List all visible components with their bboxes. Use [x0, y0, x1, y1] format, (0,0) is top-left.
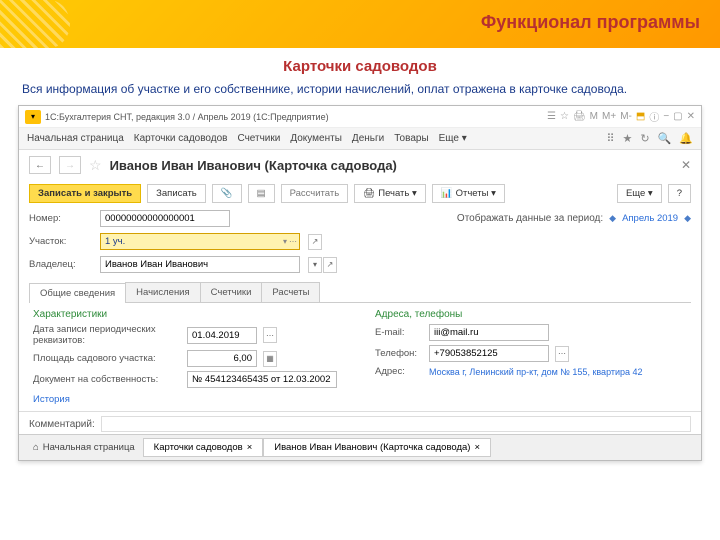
print-button[interactable]: 🖨Печать ▾	[354, 184, 426, 203]
grid-button[interactable]: ▤	[248, 184, 275, 203]
area-input[interactable]: 6,00	[187, 350, 257, 367]
card-header: ← → ☆ Иванов Иван Иванович (Карточка сад…	[19, 150, 701, 180]
tab-calc[interactable]: Расчеты	[261, 282, 320, 302]
plot-input[interactable]: 1 уч. ▾⋯	[100, 233, 300, 250]
titlebar-icon[interactable]: M+	[602, 111, 616, 122]
close-tab-icon[interactable]: ×	[474, 442, 480, 453]
nav-item[interactable]: Карточки садоводов	[134, 133, 228, 144]
doc-label: Документ на собственность:	[33, 374, 183, 385]
slide-header: Функционал программы	[0, 0, 720, 48]
email-input[interactable]: iii@mail.ru	[429, 324, 549, 341]
owner-dropdown-button[interactable]: ▾	[308, 257, 322, 273]
owner-input[interactable]: Иванов Иван Иванович	[100, 256, 300, 273]
tab-row: Общие сведения Начисления Счетчики Расче…	[29, 282, 691, 303]
doc-input[interactable]: № 454123465435 от 12.03.2002	[187, 371, 337, 388]
nav-item[interactable]: Начальная страница	[27, 133, 124, 144]
area-label: Площадь садового участка:	[33, 353, 183, 364]
addresses-head: Адреса, телефоны	[375, 309, 687, 320]
titlebar-icon[interactable]: ⬒	[636, 111, 645, 122]
tab-general[interactable]: Общие сведения	[29, 283, 126, 303]
print-icon: 🖨	[363, 188, 375, 199]
tab-charges[interactable]: Начисления	[125, 282, 200, 302]
date-picker-button[interactable]: ⋯	[263, 327, 277, 343]
window-title: 1С:Бухгалтерия СНТ, редакция 3.0 / Апрел…	[45, 112, 543, 122]
close-icon[interactable]: ✕	[687, 111, 695, 122]
bottom-tab-cards[interactable]: Карточки садоводов×	[143, 438, 264, 457]
history-link[interactable]: История	[33, 394, 70, 405]
number-label: Номер:	[29, 213, 94, 224]
card-toolbar: Записать и закрыть Записать 📎 ▤ Рассчита…	[19, 180, 701, 207]
comment-row: Комментарий:	[19, 411, 701, 434]
home-tab[interactable]: ⌂Начальная страница	[25, 439, 143, 456]
app-menu-button[interactable]: ▾	[25, 110, 41, 124]
calc-button[interactable]: Рассчитать	[281, 184, 349, 203]
addr-link[interactable]: Москва г, Ленинский пр-кт, дом № 155, кв…	[429, 367, 643, 377]
phone-more-button[interactable]: ⋯	[555, 346, 569, 362]
titlebar-icon[interactable]: 🖨	[573, 111, 586, 122]
clip-button[interactable]: 📎	[212, 184, 242, 203]
nav-item[interactable]: Деньги	[352, 133, 384, 144]
titlebar-icons: ☰ ☆ 🖨 M M+ M- ⬒ ⓘ − ▢ ✕	[547, 109, 695, 124]
tab-meters[interactable]: Счетчики	[200, 282, 263, 302]
titlebar-icon[interactable]: ☰	[547, 111, 556, 122]
characteristics-head: Характеристики	[33, 309, 345, 320]
bottom-tabs: ⌂Начальная страница Карточки садоводов× …	[19, 434, 701, 460]
close-card-button[interactable]: ✕	[681, 158, 691, 172]
nav-item[interactable]: Товары	[394, 133, 428, 144]
maximize-icon[interactable]: ▢	[673, 111, 682, 122]
open-owner-button[interactable]: ↗	[323, 257, 337, 273]
plot-label: Участок:	[29, 236, 94, 247]
email-label: E-mail:	[375, 327, 425, 338]
date-input[interactable]: 01.04.2019	[187, 327, 257, 344]
phone-input[interactable]: +79053852125	[429, 345, 549, 362]
close-tab-icon[interactable]: ×	[247, 442, 253, 453]
comment-label: Комментарий:	[29, 419, 95, 430]
tab-content: Характеристики Дата записи периодических…	[19, 303, 701, 411]
search-icon[interactable]: 🔍	[658, 132, 672, 145]
grid-icon[interactable]: ⠿	[606, 132, 614, 145]
comment-input[interactable]	[101, 416, 691, 432]
back-button[interactable]: ←	[29, 156, 51, 174]
open-plot-button[interactable]: ↗	[308, 234, 322, 250]
titlebar-icon[interactable]: M-	[620, 111, 632, 122]
titlebar-icon[interactable]: ⓘ	[649, 109, 659, 124]
titlebar-icon[interactable]: M	[590, 111, 598, 122]
card-title: Иванов Иван Иванович (Карточка садовода)	[110, 158, 397, 173]
titlebar-icon[interactable]: ☆	[560, 111, 569, 122]
nav-item[interactable]: Счетчики	[237, 133, 280, 144]
number-input[interactable]: 00000000000000001	[100, 210, 230, 227]
save-close-button[interactable]: Записать и закрыть	[29, 184, 141, 203]
bell-icon[interactable]: 🔔	[679, 132, 693, 145]
help-button[interactable]: ?	[668, 184, 691, 203]
favorite-icon[interactable]: ☆	[89, 157, 102, 174]
minimize-icon[interactable]: −	[663, 111, 669, 122]
nav-item-more[interactable]: Еще ▾	[439, 133, 467, 144]
window-titlebar: ▾ 1С:Бухгалтерия СНТ, редакция 3.0 / Апр…	[19, 106, 701, 128]
date-label: Дата записи периодических реквизитов:	[33, 324, 183, 346]
addr-label: Адрес:	[375, 366, 425, 377]
slide-subtitle: Карточки садоводов	[0, 58, 720, 75]
history-icon[interactable]: ↻	[640, 132, 649, 145]
home-icon: ⌂	[33, 442, 39, 453]
star-icon[interactable]: ★	[623, 132, 633, 145]
reports-button[interactable]: 📊Отчеты ▾	[432, 184, 505, 203]
owner-label: Владелец:	[29, 259, 94, 270]
bottom-tab-card[interactable]: Иванов Иван Иванович (Карточка садовода)…	[263, 438, 491, 457]
app-window: ▾ 1С:Бухгалтерия СНТ, редакция 3.0 / Апр…	[18, 105, 702, 461]
slide-description: Вся информация об участке и его собствен…	[0, 81, 720, 105]
save-button[interactable]: Записать	[147, 184, 206, 203]
more-button[interactable]: Еще ▾	[617, 184, 662, 203]
period-next-button[interactable]: ◆	[684, 213, 691, 224]
main-navbar: Начальная страница Карточки садоводов Сч…	[19, 128, 701, 150]
period-prev-button[interactable]: ◆	[609, 213, 616, 224]
nav-item[interactable]: Документы	[290, 133, 342, 144]
forward-button[interactable]: →	[59, 156, 81, 174]
period-label: Отображать данные за период:	[457, 213, 603, 224]
slide-title: Функционал программы	[481, 12, 700, 33]
reports-icon: 📊	[441, 188, 453, 199]
phone-label: Телефон:	[375, 348, 425, 359]
area-calc-button[interactable]: ▦	[263, 351, 277, 367]
period-link[interactable]: Апрель 2019	[622, 213, 678, 224]
